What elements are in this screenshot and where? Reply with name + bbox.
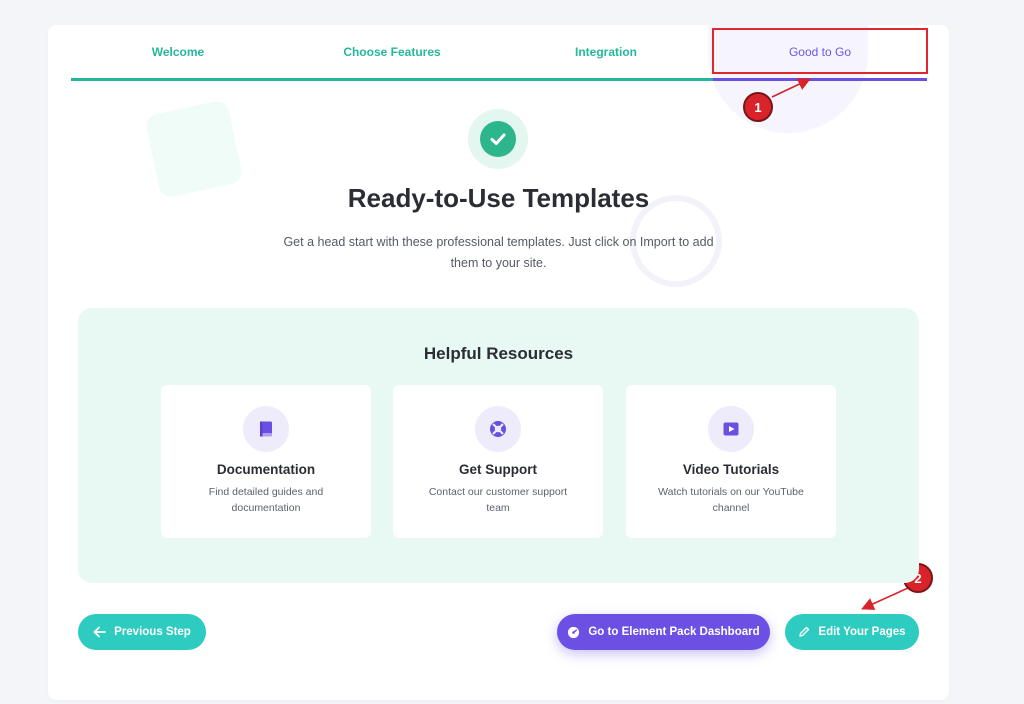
step-integration[interactable]: Integration <box>499 25 713 78</box>
resources-title: Helpful Resources <box>423 344 574 363</box>
page-subtitle: Get a head start with these professional… <box>283 235 714 270</box>
annotation-badge-1: 1 <box>743 92 773 122</box>
card-title: Get Support <box>459 462 537 477</box>
card-title: Video Tutorials <box>682 462 780 477</box>
helpful-resources-section: Helpful Resources Documentation Find det… <box>78 308 919 583</box>
previous-step-button[interactable]: Previous Step <box>78 614 206 650</box>
play-icon <box>708 406 754 452</box>
card-title: Documentation <box>216 462 316 477</box>
edit-your-pages-button[interactable]: Edit Your Pages <box>785 614 919 650</box>
annotation-arrow-2 <box>861 587 909 610</box>
step-welcome[interactable]: Welcome <box>71 25 285 78</box>
documentation-card[interactable]: Documentation Find detailed guides and d… <box>161 385 371 538</box>
lifebuoy-icon <box>475 406 521 452</box>
video-tutorials-card[interactable]: Video Tutorials Watch tutorials on our Y… <box>626 385 836 538</box>
page-title: Ready-to-Use Templates <box>347 183 650 213</box>
book-icon <box>243 406 289 452</box>
go-to-dashboard-button[interactable]: Go to Element Pack Dashboard <box>557 614 770 650</box>
dashboard-gauge-icon <box>568 626 580 638</box>
setup-wizard-panel: Welcome Choose Features Integration Good… <box>48 25 949 700</box>
previous-step-label: Previous Step <box>114 626 191 638</box>
card-description: Watch tutorials on our YouTube channel <box>658 486 804 514</box>
edit-pages-label: Edit Your Pages <box>818 626 906 638</box>
checkmark-icon <box>480 121 516 157</box>
get-support-card[interactable]: Get Support Contact our customer support… <box>393 385 603 538</box>
step-choose-features[interactable]: Choose Features <box>285 25 499 78</box>
card-description: Find detailed guides and documentation <box>208 486 324 514</box>
dashboard-button-label: Go to Element Pack Dashboard <box>588 626 760 638</box>
pencil-icon <box>799 626 810 637</box>
arrow-left-icon <box>93 626 107 638</box>
annotation-highlight-box <box>712 28 928 74</box>
success-badge <box>468 109 528 169</box>
card-description: Contact our customer support team <box>428 486 568 514</box>
